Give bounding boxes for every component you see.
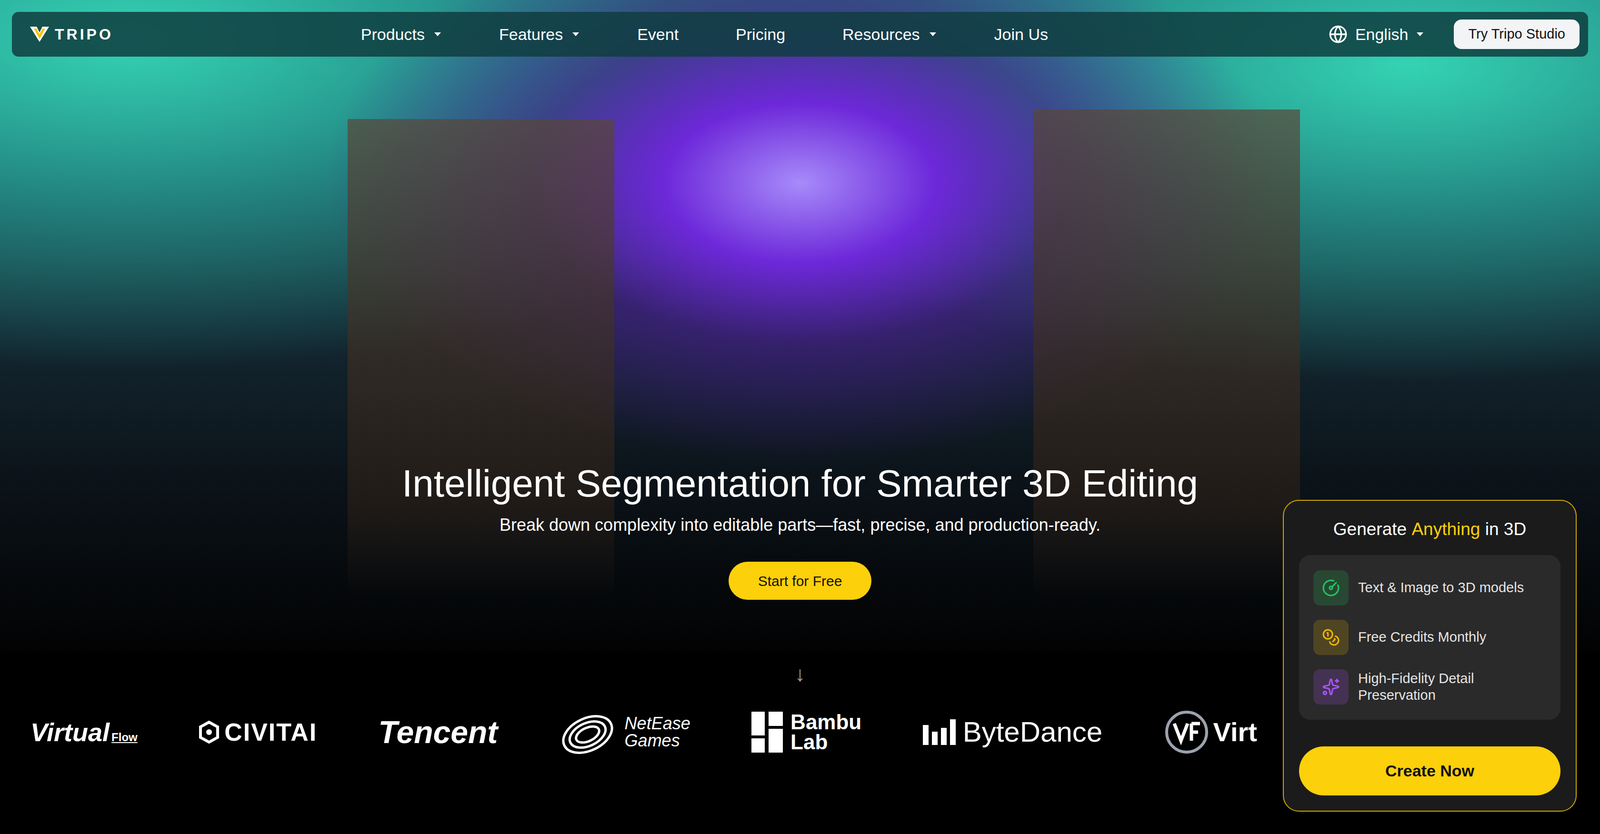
scroll-hint[interactable]: ↓ (794, 663, 806, 685)
caret-down-icon (1415, 31, 1425, 38)
start-free-button[interactable]: Start for Free (728, 561, 872, 600)
civitai-hexagon-icon (198, 720, 220, 744)
nav-item[interactable]: Features (499, 22, 580, 47)
bytedance-bars-icon (922, 718, 957, 747)
hero-title: Intelligent Segmentation for Smarter 3D … (401, 461, 1199, 506)
feature-icon-tile (1313, 669, 1349, 705)
feature-icon (1321, 678, 1340, 697)
nav-item[interactable]: Event (637, 22, 679, 47)
netease-swirl-icon (559, 708, 621, 757)
bambu-mark-icon (751, 711, 783, 753)
hero: TRIPO Products Features Event Pricing Resourc… (0, 0, 1600, 654)
partner-logo: VirtualFlow (30, 719, 138, 746)
feature-icon (1321, 579, 1340, 598)
feature-icon (1321, 628, 1340, 647)
feature-list: Text & Image to 3D models Free Credits Mo… (1299, 555, 1561, 720)
partner-logos: VirtualFlow CIVITAI Tencent NetEaseGames Bam… (0, 708, 1258, 757)
promo-title: GenerateAnythingin 3D (1299, 516, 1561, 543)
create-now-button[interactable]: Create Now (1299, 746, 1561, 796)
partner-logo: Virt (1163, 709, 1258, 756)
caret-down-icon (433, 31, 442, 38)
hero-content: Intelligent Segmentation for Smarter 3D … (0, 56, 1600, 654)
feature-row: Text & Image to 3D models (1313, 570, 1547, 606)
caret-down-icon (571, 31, 580, 38)
nav-item[interactable]: Join Us (994, 22, 1049, 47)
partner-logo: BambuLab (751, 711, 862, 753)
feature-icon-tile (1313, 570, 1349, 606)
hero-subtitle: Break down complexity into editable part… (499, 512, 1101, 539)
partner-logo: Tencent (378, 716, 499, 749)
top-nav: TRIPO Products Features Event Pricing Resourc… (11, 11, 1589, 57)
partner-logo: ByteDance (922, 718, 1103, 747)
try-studio-button[interactable]: Try Tripo Studio (1453, 19, 1580, 50)
feature-row: High-Fidelity Detail Preservation (1313, 669, 1547, 705)
feature-icon-tile (1313, 620, 1349, 656)
promo-card: GenerateAnythingin 3D Text & Image to 3D … (1282, 500, 1577, 812)
logo[interactable]: TRIPO (29, 22, 114, 46)
page: TRIPO Products Features Event Pricing Resourc… (0, 0, 1600, 834)
nav-right: English Try Tripo Studio (1328, 19, 1580, 50)
nav-item[interactable]: Products (360, 22, 442, 47)
vf-circle-icon (1163, 709, 1210, 756)
nav-item[interactable]: Pricing (735, 22, 786, 47)
feature-row: Free Credits Monthly (1313, 620, 1547, 656)
nav-item[interactable]: Resources (842, 22, 938, 47)
nav-menu: Products Features Event Pricing Resources Joi… (360, 22, 1049, 47)
language-select[interactable]: English (1328, 22, 1425, 47)
tripo-logo-icon (29, 25, 50, 43)
partner-logo: NetEaseGames (559, 708, 691, 757)
partner-logo: CIVITAI (198, 720, 318, 745)
globe-icon (1328, 24, 1348, 44)
caret-down-icon (928, 31, 938, 38)
